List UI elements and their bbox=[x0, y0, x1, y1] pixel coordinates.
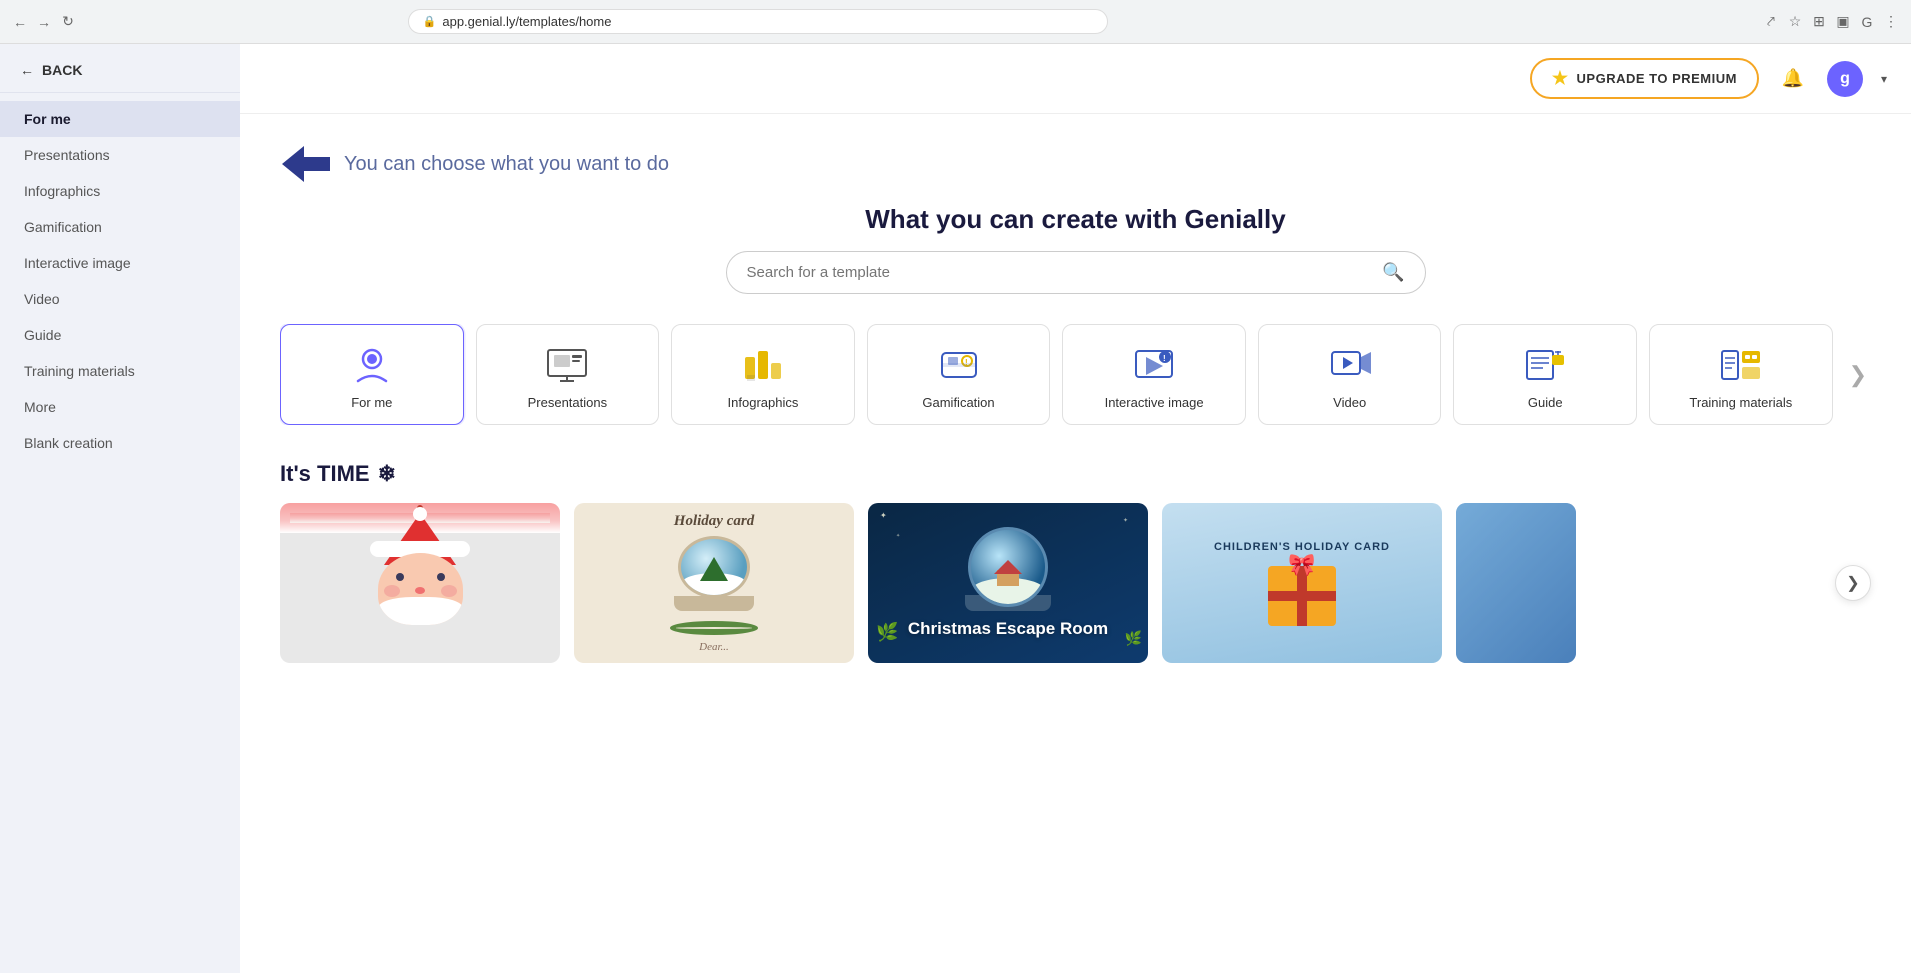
page-subtitle: You can choose what you want to do bbox=[344, 153, 669, 176]
sidebar-item-video[interactable]: Video bbox=[0, 281, 240, 317]
snowflake-icon: ❄ bbox=[378, 461, 396, 487]
holiday-card-subtitle: Dear... bbox=[699, 641, 729, 653]
category-card-training-materials[interactable]: Training materials bbox=[1649, 324, 1833, 425]
template-card-childrens-holiday-card[interactable]: Children's Holiday Card 🎀 bbox=[1162, 503, 1442, 663]
category-label-video: Video bbox=[1333, 395, 1366, 410]
search-input[interactable] bbox=[747, 264, 1383, 281]
search-bar: 🔍 bbox=[726, 251, 1426, 294]
category-card-infographics[interactable]: Infographics bbox=[671, 324, 855, 425]
training-materials-icon bbox=[1717, 345, 1765, 385]
browser-actions: ⤤ ☆ ⊞ ▣ G ⋮ bbox=[1763, 14, 1899, 30]
sidebar-nav: For me Presentations Infographics Gamifi… bbox=[0, 93, 240, 973]
chevron-down-icon[interactable]: ▾ bbox=[1881, 72, 1887, 86]
user-initial: g bbox=[1840, 70, 1850, 88]
page-title: What you can create with Genially bbox=[280, 204, 1871, 235]
category-card-video[interactable]: Video bbox=[1258, 324, 1442, 425]
category-next-arrow[interactable]: ❯ bbox=[1845, 324, 1871, 425]
profile-icon[interactable]: G bbox=[1859, 14, 1875, 30]
presentations-icon bbox=[543, 345, 591, 385]
url-text: app.genial.ly/templates/home bbox=[442, 14, 611, 29]
escape-room-title: Christmas Escape Room bbox=[908, 619, 1108, 639]
bookmark-icon[interactable]: ☆ bbox=[1787, 14, 1803, 30]
for-me-icon bbox=[348, 345, 396, 385]
featured-title-text: It's TIME bbox=[280, 461, 370, 487]
template-card-dear-santa[interactable]: Dear Santa, For Christmas this year I wa… bbox=[280, 503, 560, 663]
category-label-presentations: Presentations bbox=[528, 395, 608, 410]
sidebar-item-guide[interactable]: Guide bbox=[0, 317, 240, 353]
template-card-partial[interactable] bbox=[1456, 503, 1576, 663]
browser-forward-btn[interactable]: → bbox=[36, 14, 52, 30]
address-bar: 🔒 app.genial.ly/templates/home bbox=[408, 9, 1108, 34]
video-icon bbox=[1326, 345, 1374, 385]
cast-icon[interactable]: ▣ bbox=[1835, 14, 1851, 30]
infographics-icon bbox=[739, 345, 787, 385]
templates-row: Dear Santa, For Christmas this year I wa… bbox=[280, 503, 1871, 663]
category-label-for-me: For me bbox=[351, 395, 392, 410]
category-label-training-materials: Training materials bbox=[1689, 395, 1792, 410]
upgrade-label: UPGRADE TO PREMIUM bbox=[1577, 71, 1737, 86]
browser-reload-btn[interactable]: ↻ bbox=[60, 14, 76, 30]
search-container: 🔍 bbox=[280, 251, 1871, 294]
category-card-gamification[interactable]: ! Gamification bbox=[867, 324, 1051, 425]
sidebar: ← BACK For me Presentations Infographics… bbox=[0, 44, 240, 973]
menu-icon[interactable]: ⋮ bbox=[1883, 14, 1899, 30]
content-area: You can choose what you want to do What … bbox=[240, 114, 1911, 693]
svg-text:!: ! bbox=[1163, 354, 1166, 363]
carousel-next-btn[interactable]: ❯ bbox=[1835, 565, 1871, 601]
category-card-for-me[interactable]: For me bbox=[280, 324, 464, 425]
bell-icon: 🔔 bbox=[1782, 68, 1804, 89]
page-header: You can choose what you want to do bbox=[280, 144, 1871, 184]
category-label-gamification: Gamification bbox=[922, 395, 994, 410]
sidebar-item-infographics[interactable]: Infographics bbox=[0, 173, 240, 209]
share-icon[interactable]: ⤤ bbox=[1763, 14, 1779, 30]
back-label: BACK bbox=[42, 62, 82, 78]
topbar: ★ UPGRADE TO PREMIUM 🔔 g ▾ bbox=[240, 44, 1911, 114]
template-card-christmas-escape-room[interactable]: ✦ ✦ ✦ bbox=[868, 503, 1148, 663]
category-label-interactive-image: Interactive image bbox=[1105, 395, 1204, 410]
browser-chrome: ← → ↻ 🔒 app.genial.ly/templates/home ⤤ ☆… bbox=[0, 0, 1911, 44]
notifications-btn[interactable]: 🔔 bbox=[1775, 61, 1811, 97]
sidebar-item-for-me[interactable]: For me bbox=[0, 101, 240, 137]
sidebar-item-presentations[interactable]: Presentations bbox=[0, 137, 240, 173]
category-card-interactive-image[interactable]: ! Interactive image bbox=[1062, 324, 1246, 425]
app-container: ← BACK For me Presentations Infographics… bbox=[0, 44, 1911, 973]
sidebar-item-blank-creation[interactable]: Blank creation bbox=[0, 425, 240, 461]
lock-icon: 🔒 bbox=[423, 15, 437, 28]
holiday-card-title: Holiday card bbox=[674, 513, 754, 530]
sidebar-item-more[interactable]: More bbox=[0, 389, 240, 425]
sidebar-item-interactive-image[interactable]: Interactive image bbox=[0, 245, 240, 281]
category-label-infographics: Infographics bbox=[728, 395, 799, 410]
guide-icon bbox=[1521, 345, 1569, 385]
category-label-guide: Guide bbox=[1528, 395, 1563, 410]
back-arrow-icon: ← bbox=[20, 62, 34, 78]
sidebar-item-training-materials[interactable]: Training materials bbox=[0, 353, 240, 389]
featured-section-title: It's TIME ❄ bbox=[280, 461, 1871, 487]
gamification-icon: ! bbox=[935, 345, 983, 385]
templates-wrapper: Dear Santa, For Christmas this year I wa… bbox=[280, 503, 1871, 663]
search-submit-btn[interactable]: 🔍 bbox=[1382, 262, 1404, 283]
sidebar-item-gamification[interactable]: Gamification bbox=[0, 209, 240, 245]
upgrade-premium-btn[interactable]: ★ UPGRADE TO PREMIUM bbox=[1530, 58, 1759, 99]
extensions-icon[interactable]: ⊞ bbox=[1811, 14, 1827, 30]
carousel-arrow-icon: ❯ bbox=[1846, 573, 1859, 593]
template-card-holiday-card[interactable]: Holiday card bbox=[574, 503, 854, 663]
user-avatar[interactable]: g bbox=[1827, 61, 1863, 97]
star-icon: ★ bbox=[1552, 68, 1569, 89]
sidebar-back-btn[interactable]: ← BACK bbox=[0, 44, 240, 93]
back-arrow-large bbox=[280, 144, 332, 184]
category-card-guide[interactable]: Guide bbox=[1453, 324, 1637, 425]
interactive-image-icon: ! bbox=[1130, 345, 1178, 385]
browser-back-btn[interactable]: ← bbox=[12, 14, 28, 30]
category-row: For me Presentations bbox=[280, 324, 1871, 425]
main-content: ★ UPGRADE TO PREMIUM 🔔 g ▾ You can choos… bbox=[240, 44, 1911, 973]
category-card-presentations[interactable]: Presentations bbox=[476, 324, 660, 425]
